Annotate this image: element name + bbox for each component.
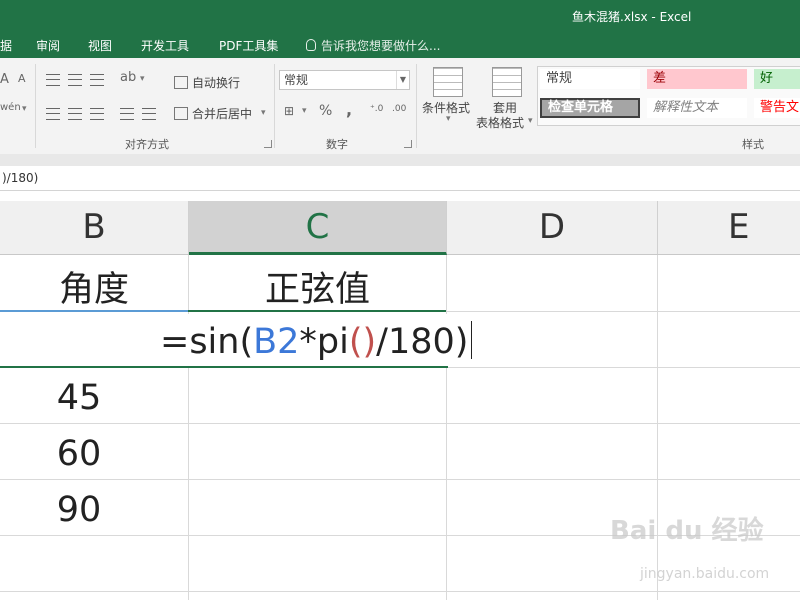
align-left-icon[interactable] (46, 108, 60, 120)
tab-pdf-tools[interactable]: PDF工具集 (219, 37, 278, 54)
font-size-down-icon[interactable]: A (18, 72, 26, 85)
merge-center-button[interactable]: 合并后居中 (174, 105, 252, 122)
column-header-b[interactable]: B (0, 201, 189, 254)
divider (35, 64, 36, 148)
cell-c1[interactable]: 正弦值 (189, 261, 446, 312)
conditional-format-icon[interactable] (433, 67, 463, 97)
text-caret (471, 321, 473, 359)
percent-style-button[interactable]: % (319, 103, 332, 119)
grid-line (0, 479, 800, 480)
cell-b3[interactable]: 45 (0, 378, 158, 418)
formula-input[interactable]: =sin(B2*pi()/180) (160, 321, 473, 362)
phonetic-icon[interactable]: wén (0, 102, 21, 113)
cell-reference: B2 (253, 322, 300, 362)
increase-decimal-icon[interactable]: ⁺.0 (370, 104, 383, 114)
table-format-icon[interactable] (492, 67, 522, 97)
cell-b4[interactable]: 60 (0, 434, 158, 474)
tell-me-text: 告诉我您想要做什么... (321, 39, 441, 53)
grid-line (657, 255, 658, 600)
decrease-indent-icon[interactable] (120, 108, 134, 120)
number-format-select[interactable]: 常规 ▼ (279, 70, 410, 90)
style-normal[interactable]: 常规 (540, 69, 640, 89)
formula-text: )/180) (2, 171, 39, 185)
style-explanatory[interactable]: 解释性文本 (647, 98, 747, 118)
column-header-d[interactable]: D (447, 201, 658, 254)
dialog-launcher-icon[interactable] (264, 140, 272, 148)
tab-data[interactable]: 据 (0, 37, 12, 54)
chevron-down-icon[interactable]: ▾ (140, 74, 145, 84)
function-parens: () (348, 322, 377, 362)
chevron-down-icon[interactable]: ▾ (302, 106, 307, 116)
column-header-e[interactable]: E (658, 201, 800, 254)
cell-c2-editing[interactable]: =sin(B2*pi()/180) (0, 314, 473, 368)
tab-review[interactable]: 审阅 (36, 37, 60, 54)
window-title: 鱼木混猪.xlsx - Excel (572, 10, 692, 24)
watermark: Bai du 经验 (610, 516, 764, 546)
font-size-up-icon[interactable]: A (0, 72, 9, 87)
align-middle-icon[interactable] (68, 74, 82, 86)
column-header-row: B C D E (0, 201, 800, 255)
column-header-c[interactable]: C (189, 201, 447, 255)
chevron-down-icon[interactable]: ▾ (528, 116, 533, 126)
table-format-button[interactable]: 表格格式 (476, 114, 524, 131)
cell-b1[interactable]: 角度 (0, 261, 188, 312)
active-cell-top-border (188, 310, 446, 312)
align-bottom-icon[interactable] (90, 74, 104, 86)
divider (274, 64, 275, 148)
alignment-group-label: 对齐方式 (125, 138, 169, 151)
styles-group-label: 样式 (742, 138, 764, 151)
chevron-down-icon[interactable]: ▾ (22, 104, 27, 114)
align-right-icon[interactable] (90, 108, 104, 120)
header-underline (0, 310, 188, 312)
ribbon-gap (0, 154, 800, 166)
comma-style-button[interactable]: , (346, 100, 352, 119)
tell-me-search[interactable]: 告诉我您想要做什么... (306, 37, 440, 54)
worksheet-grid[interactable]: 角度 正弦值 =sin(B2*pi()/180) 45 60 90 (0, 255, 800, 600)
ribbon: A A wén ▾ ab ▾ 自动换行 合并后居中 ▾ 对齐方式 常规 ▼ ⊞ ▾… (0, 58, 800, 155)
watermark-url: jingyan.baidu.com (640, 566, 770, 582)
formula-bar[interactable]: )/180) (0, 166, 800, 191)
decrease-decimal-icon[interactable]: .00 (392, 104, 406, 114)
tab-developer[interactable]: 开发工具 (141, 37, 189, 54)
number-group-label: 数字 (326, 138, 348, 151)
tab-view[interactable]: 视图 (88, 37, 112, 54)
divider (416, 64, 417, 148)
dialog-launcher-icon[interactable] (404, 140, 412, 148)
grid-line (0, 423, 800, 424)
wrap-text-icon (174, 76, 188, 89)
lightbulb-icon (306, 39, 316, 51)
style-warning[interactable]: 警告文 (754, 98, 800, 118)
title-bar: 鱼木混猪.xlsx - Excel 据 审阅 视图 开发工具 PDF工具集 告诉… (0, 0, 800, 58)
currency-icon[interactable]: ⊞ (284, 104, 294, 118)
grid-line (0, 591, 800, 592)
orientation-icon[interactable]: ab (120, 70, 136, 85)
wrap-text-button[interactable]: 自动换行 (174, 74, 240, 91)
merge-icon (174, 107, 188, 120)
style-good[interactable]: 好 (754, 69, 800, 89)
style-check-cell[interactable]: 检查单元格 (540, 98, 640, 118)
chevron-down-icon[interactable]: ▾ (446, 114, 451, 124)
grid-line (446, 255, 447, 600)
increase-indent-icon[interactable] (142, 108, 156, 120)
chevron-down-icon[interactable]: ▼ (396, 71, 409, 89)
align-center-icon[interactable] (68, 108, 82, 120)
chevron-down-icon[interactable]: ▾ (261, 108, 266, 118)
cell-b5[interactable]: 90 (0, 490, 158, 530)
style-bad[interactable]: 差 (647, 69, 747, 89)
align-top-icon[interactable] (46, 74, 60, 86)
